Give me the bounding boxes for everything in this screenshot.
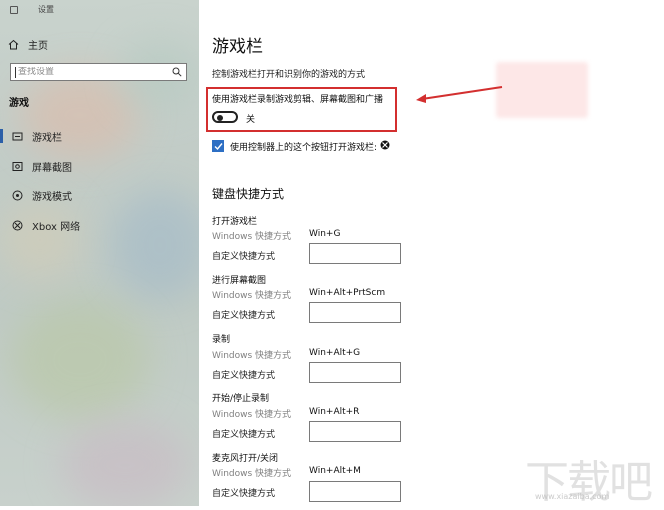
windows-shortcut-label: Windows 快捷方式: [212, 232, 292, 242]
keyboard-section-title: 键盘快捷方式: [212, 187, 285, 201]
sidebar-item-gamemode[interactable]: 游戏模式: [0, 186, 199, 204]
custom-shortcut-label: 自定义快捷方式: [212, 430, 276, 440]
background-blur: [0, 200, 80, 280]
controller-checkbox[interactable]: [212, 140, 224, 152]
sidebar: 设置 主页 游戏 游戏栏 屏幕截图 游戏模式: [0, 0, 199, 506]
blurred-region: [496, 62, 588, 118]
sidebar-item-screenshot[interactable]: 屏幕截图: [0, 157, 199, 175]
shortcut-title: 打开游戏栏: [212, 217, 258, 227]
windows-shortcut-value: Win+Alt+PrtScm: [309, 288, 386, 298]
home-icon: [8, 39, 19, 49]
gamemode-icon: [10, 188, 24, 202]
xbox-icon: [380, 140, 390, 150]
shortcut-title: 录制: [212, 335, 231, 345]
sidebar-item-label: 屏幕截图: [32, 162, 72, 174]
screenshot-icon: [10, 159, 24, 173]
shortcut-title: 开始/停止录制: [212, 394, 270, 404]
page-title: 游戏栏: [212, 37, 263, 57]
search-icon[interactable]: [172, 67, 182, 77]
toggle-state-label: 关: [246, 115, 256, 125]
windows-shortcut-label: Windows 快捷方式: [212, 351, 292, 361]
custom-shortcut-label: 自定义快捷方式: [212, 252, 276, 262]
sidebar-item-home[interactable]: 主页: [8, 36, 48, 52]
checkmark-icon: [214, 142, 223, 150]
search-box[interactable]: [10, 63, 187, 81]
windows-shortcut-value: Win+G: [309, 229, 341, 239]
windows-shortcut-value: Win+Alt+R: [309, 407, 360, 417]
background-blur: [110, 190, 199, 300]
sidebar-item-gamebar[interactable]: 游戏栏: [0, 127, 199, 145]
gamebar-icon: [10, 129, 24, 143]
controller-option-label: 使用控制器上的这个按钮打开游戏栏:: [230, 143, 378, 153]
window-title: 设置: [38, 5, 54, 14]
shortcut-title: 进行屏幕截图: [212, 276, 267, 286]
custom-shortcut-input[interactable]: [309, 481, 401, 502]
search-input[interactable]: [16, 67, 170, 77]
custom-shortcut-label: 自定义快捷方式: [212, 489, 276, 499]
windows-shortcut-label: Windows 快捷方式: [212, 410, 292, 420]
watermark: 下载吧 www.xiazaiba.com: [525, 446, 661, 508]
sidebar-item-label: 游戏模式: [32, 191, 72, 203]
custom-shortcut-input[interactable]: [309, 302, 401, 323]
custom-shortcut-label: 自定义快捷方式: [212, 371, 276, 381]
sidebar-item-label: 游戏栏: [32, 132, 62, 144]
windows-shortcut-label: Windows 快捷方式: [212, 291, 292, 301]
windows-shortcut-value: Win+Alt+M: [309, 466, 361, 476]
custom-shortcut-input[interactable]: [309, 421, 401, 442]
xbox-icon: [10, 218, 24, 232]
custom-shortcut-label: 自定义快捷方式: [212, 311, 276, 321]
sidebar-item-label: Xbox 网络: [32, 221, 81, 233]
watermark-url: www.xiazaiba.com: [535, 492, 610, 501]
annotation-arrow-icon: [416, 86, 503, 103]
background-blur: [60, 420, 190, 506]
record-toggle[interactable]: [212, 111, 238, 123]
sidebar-item-label: 主页: [28, 40, 48, 52]
toggle-knob: [217, 115, 223, 121]
sidebar-item-xbox-network[interactable]: Xbox 网络: [0, 216, 199, 234]
custom-shortcut-input[interactable]: [309, 362, 401, 383]
background-blur: [10, 300, 150, 420]
page-description: 控制游戏栏打开和识别你的游戏的方式: [212, 70, 366, 80]
windows-shortcut-label: Windows 快捷方式: [212, 469, 292, 479]
sidebar-section-title: 游戏: [9, 98, 29, 109]
windows-shortcut-value: Win+Alt+G: [309, 348, 361, 358]
app-icon: [10, 6, 18, 14]
record-setting-label: 使用游戏栏录制游戏剪辑、屏幕截图和广播: [212, 95, 384, 105]
custom-shortcut-input[interactable]: [309, 243, 401, 264]
main-content: 游戏栏 控制游戏栏打开和识别你的游戏的方式 使用游戏栏录制游戏剪辑、屏幕截图和广…: [199, 0, 664, 506]
shortcut-title: 麦克风打开/关闭: [212, 454, 279, 464]
